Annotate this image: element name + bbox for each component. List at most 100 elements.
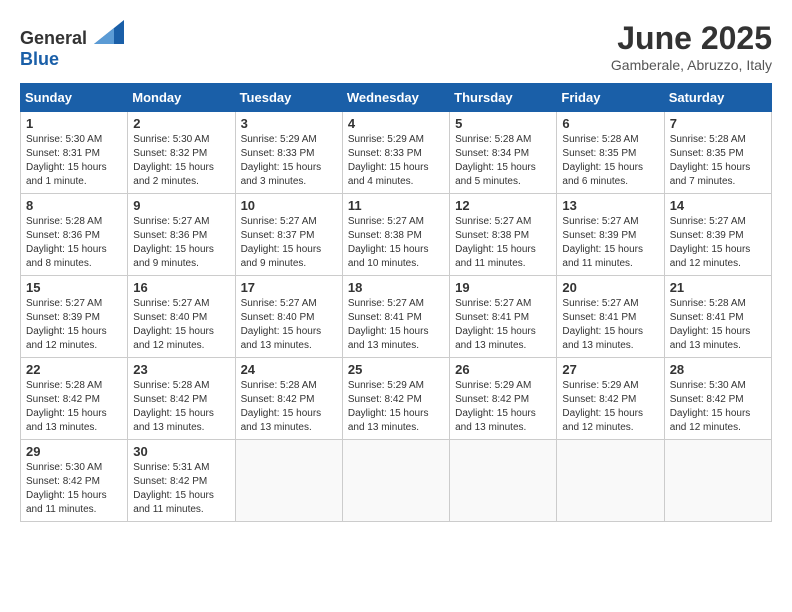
logo: General Blue <box>20 20 124 70</box>
column-header-tuesday: Tuesday <box>235 84 342 112</box>
day-cell: 12 Sunrise: 5:27 AM Sunset: 8:38 PM Dayli… <box>450 194 557 276</box>
day-info: Sunrise: 5:27 AM Sunset: 8:38 PM Dayligh… <box>455 215 551 271</box>
day-number: 3 <box>241 116 337 131</box>
day-info: Sunrise: 5:30 AM Sunset: 8:31 PM Dayligh… <box>26 133 122 189</box>
day-info: Sunrise: 5:27 AM Sunset: 8:41 PM Dayligh… <box>348 297 444 353</box>
day-number: 15 <box>26 280 122 295</box>
day-info: Sunrise: 5:30 AM Sunset: 8:42 PM Dayligh… <box>670 379 766 435</box>
day-info: Sunrise: 5:29 AM Sunset: 8:42 PM Dayligh… <box>348 379 444 435</box>
day-cell <box>557 440 664 522</box>
day-cell: 22 Sunrise: 5:28 AM Sunset: 8:42 PM Dayli… <box>21 358 128 440</box>
day-number: 9 <box>133 198 229 213</box>
title-area: June 2025 Gamberale, Abruzzo, Italy <box>611 20 772 73</box>
day-info: Sunrise: 5:27 AM Sunset: 8:39 PM Dayligh… <box>670 215 766 271</box>
day-info: Sunrise: 5:27 AM Sunset: 8:40 PM Dayligh… <box>133 297 229 353</box>
day-number: 26 <box>455 362 551 377</box>
day-info: Sunrise: 5:27 AM Sunset: 8:41 PM Dayligh… <box>455 297 551 353</box>
logo-icon <box>94 20 124 44</box>
day-info: Sunrise: 5:30 AM Sunset: 8:32 PM Dayligh… <box>133 133 229 189</box>
column-header-saturday: Saturday <box>664 84 771 112</box>
day-cell: 18Sunrise: 5:27 AM Sunset: 8:41 PM Dayli… <box>342 276 449 358</box>
week-row-2: 8Sunrise: 5:28 AM Sunset: 8:36 PM Daylig… <box>21 194 772 276</box>
day-number: 30 <box>133 444 229 459</box>
day-cell: 1 Sunrise: 5:30 AM Sunset: 8:31 PM Daylig… <box>21 112 128 194</box>
day-info: Sunrise: 5:28 AM Sunset: 8:36 PM Dayligh… <box>26 215 122 271</box>
day-number: 13 <box>562 198 658 213</box>
day-number: 20 <box>562 280 658 295</box>
day-number: 2 <box>133 116 229 131</box>
day-info: Sunrise: 5:28 AM Sunset: 8:42 PM Dayligh… <box>26 379 122 435</box>
logo-blue: Blue <box>20 49 59 69</box>
calendar-title: June 2025 <box>611 20 772 57</box>
day-cell: 5 Sunrise: 5:28 AM Sunset: 8:34 PM Daylig… <box>450 112 557 194</box>
day-cell: 17 Sunrise: 5:27 AM Sunset: 8:40 PM Dayli… <box>235 276 342 358</box>
day-info: Sunrise: 5:27 AM Sunset: 8:38 PM Dayligh… <box>348 215 444 271</box>
day-cell: 3 Sunrise: 5:29 AM Sunset: 8:33 PM Daylig… <box>235 112 342 194</box>
logo-general: General <box>20 28 87 48</box>
day-number: 19 <box>455 280 551 295</box>
logo-text: General Blue <box>20 20 124 70</box>
day-info: Sunrise: 5:28 AM Sunset: 8:42 PM Dayligh… <box>241 379 337 435</box>
day-number: 12 <box>455 198 551 213</box>
day-number: 28 <box>670 362 766 377</box>
day-number: 24 <box>241 362 337 377</box>
day-number: 10 <box>241 198 337 213</box>
week-row-3: 15 Sunrise: 5:27 AM Sunset: 8:39 PM Dayli… <box>21 276 772 358</box>
day-number: 4 <box>348 116 444 131</box>
day-info: Sunrise: 5:27 AM Sunset: 8:39 PM Dayligh… <box>26 297 122 353</box>
day-number: 21 <box>670 280 766 295</box>
column-header-wednesday: Wednesday <box>342 84 449 112</box>
day-cell: 14 Sunrise: 5:27 AM Sunset: 8:39 PM Dayli… <box>664 194 771 276</box>
day-number: 11 <box>348 198 444 213</box>
week-row-4: 22 Sunrise: 5:28 AM Sunset: 8:42 PM Dayli… <box>21 358 772 440</box>
day-cell: 8Sunrise: 5:28 AM Sunset: 8:36 PM Daylig… <box>21 194 128 276</box>
day-cell: 6Sunrise: 5:28 AM Sunset: 8:35 PM Daylig… <box>557 112 664 194</box>
column-header-monday: Monday <box>128 84 235 112</box>
day-cell: 15 Sunrise: 5:27 AM Sunset: 8:39 PM Dayli… <box>21 276 128 358</box>
day-number: 22 <box>26 362 122 377</box>
day-number: 5 <box>455 116 551 131</box>
calendar-table: SundayMondayTuesdayWednesdayThursdayFrid… <box>20 83 772 522</box>
day-cell: 20 Sunrise: 5:27 AM Sunset: 8:41 PM Dayli… <box>557 276 664 358</box>
day-number: 14 <box>670 198 766 213</box>
day-number: 25 <box>348 362 444 377</box>
day-info: Sunrise: 5:27 AM Sunset: 8:36 PM Dayligh… <box>133 215 229 271</box>
day-info: Sunrise: 5:27 AM Sunset: 8:41 PM Dayligh… <box>562 297 658 353</box>
day-cell: 4 Sunrise: 5:29 AM Sunset: 8:33 PM Daylig… <box>342 112 449 194</box>
day-info: Sunrise: 5:28 AM Sunset: 8:42 PM Dayligh… <box>133 379 229 435</box>
day-info: Sunrise: 5:28 AM Sunset: 8:34 PM Dayligh… <box>455 133 551 189</box>
day-cell: 24 Sunrise: 5:28 AM Sunset: 8:42 PM Dayli… <box>235 358 342 440</box>
day-cell: 28 Sunrise: 5:30 AM Sunset: 8:42 PM Dayli… <box>664 358 771 440</box>
calendar-body: 1 Sunrise: 5:30 AM Sunset: 8:31 PM Daylig… <box>21 112 772 522</box>
day-number: 6 <box>562 116 658 131</box>
calendar-subtitle: Gamberale, Abruzzo, Italy <box>611 57 772 73</box>
day-cell <box>450 440 557 522</box>
day-cell: 27Sunrise: 5:29 AM Sunset: 8:42 PM Dayli… <box>557 358 664 440</box>
day-info: Sunrise: 5:27 AM Sunset: 8:40 PM Dayligh… <box>241 297 337 353</box>
day-cell: 25 Sunrise: 5:29 AM Sunset: 8:42 PM Dayli… <box>342 358 449 440</box>
day-cell: 30 Sunrise: 5:31 AM Sunset: 8:42 PM Dayli… <box>128 440 235 522</box>
week-row-1: 1 Sunrise: 5:30 AM Sunset: 8:31 PM Daylig… <box>21 112 772 194</box>
day-number: 16 <box>133 280 229 295</box>
day-info: Sunrise: 5:29 AM Sunset: 8:33 PM Dayligh… <box>348 133 444 189</box>
column-header-thursday: Thursday <box>450 84 557 112</box>
calendar-header-row: SundayMondayTuesdayWednesdayThursdayFrid… <box>21 84 772 112</box>
day-cell: 23 Sunrise: 5:28 AM Sunset: 8:42 PM Dayli… <box>128 358 235 440</box>
day-info: Sunrise: 5:29 AM Sunset: 8:42 PM Dayligh… <box>455 379 551 435</box>
day-cell: 7Sunrise: 5:28 AM Sunset: 8:35 PM Daylig… <box>664 112 771 194</box>
day-cell: 2 Sunrise: 5:30 AM Sunset: 8:32 PM Daylig… <box>128 112 235 194</box>
calendar-header: General Blue June 2025 Gamberale, Abruzz… <box>20 20 772 73</box>
day-cell: 11 Sunrise: 5:27 AM Sunset: 8:38 PM Dayli… <box>342 194 449 276</box>
day-number: 1 <box>26 116 122 131</box>
day-number: 27 <box>562 362 658 377</box>
day-cell: 19 Sunrise: 5:27 AM Sunset: 8:41 PM Dayli… <box>450 276 557 358</box>
column-header-sunday: Sunday <box>21 84 128 112</box>
day-number: 29 <box>26 444 122 459</box>
day-cell <box>664 440 771 522</box>
day-cell: 29Sunrise: 5:30 AM Sunset: 8:42 PM Dayli… <box>21 440 128 522</box>
day-info: Sunrise: 5:29 AM Sunset: 8:33 PM Dayligh… <box>241 133 337 189</box>
day-number: 17 <box>241 280 337 295</box>
day-number: 23 <box>133 362 229 377</box>
day-info: Sunrise: 5:31 AM Sunset: 8:42 PM Dayligh… <box>133 461 229 517</box>
day-cell: 13Sunrise: 5:27 AM Sunset: 8:39 PM Dayli… <box>557 194 664 276</box>
